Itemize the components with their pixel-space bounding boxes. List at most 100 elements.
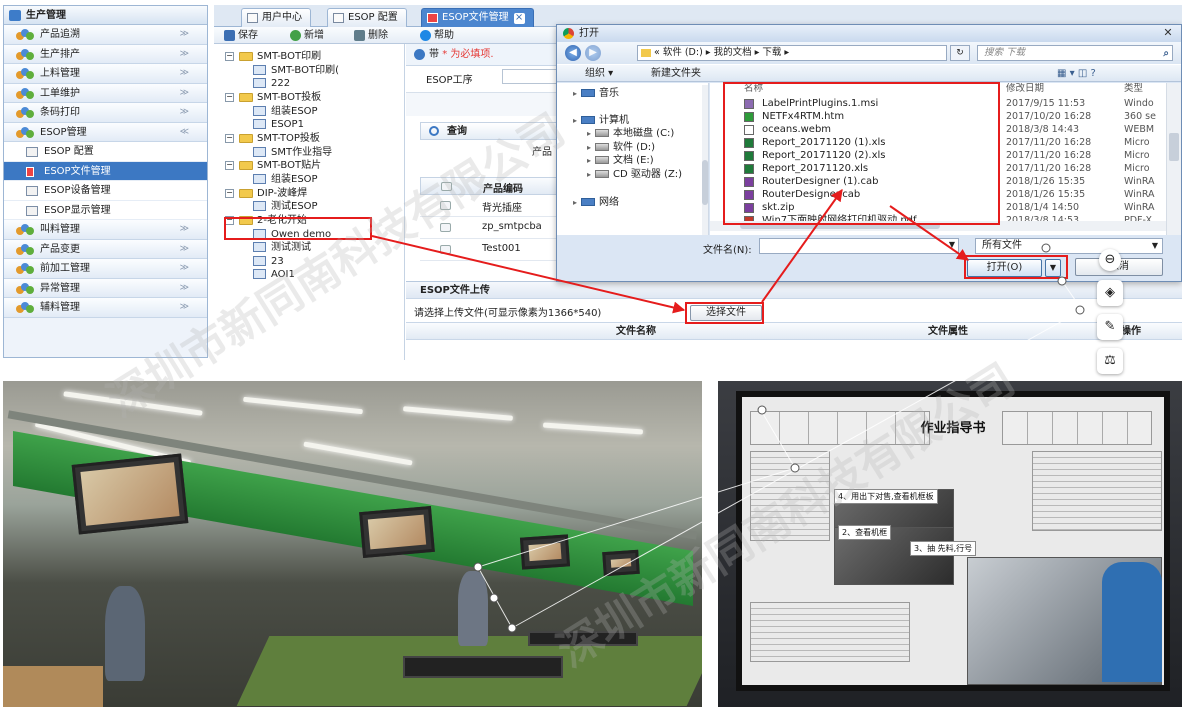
expand-icon[interactable]: ▸	[587, 154, 595, 168]
forward-button[interactable]: ▶	[585, 45, 601, 61]
add-button[interactable]: 新增	[288, 28, 324, 43]
nav-item[interactable]: 产品追溯 ≫	[4, 25, 207, 45]
nav-pane-item[interactable]: ▸ 网络	[573, 196, 619, 210]
nav-item[interactable]: 生产排产 ≫	[4, 44, 207, 64]
row-checkbox[interactable]	[440, 245, 451, 254]
nav-subitem[interactable]: ESOP显示管理	[4, 200, 207, 220]
tree-node[interactable]: 组装ESOP	[253, 105, 318, 119]
tree-node[interactable]: − SMT-BOT投板	[225, 91, 321, 105]
file-list-hscrollbar[interactable]	[710, 221, 1166, 231]
esop-process-input[interactable]	[502, 69, 562, 84]
scroll-thumb[interactable]	[740, 223, 940, 229]
collapse-toggle[interactable]: −	[225, 51, 234, 61]
tree-node[interactable]: Owen demo	[253, 228, 331, 242]
file-row[interactable]: skt.zip 2018/1/4 14:50 WinRA	[710, 201, 1181, 214]
query-panel-header[interactable]: 查询	[420, 122, 570, 140]
collapse-toggle[interactable]: −	[225, 188, 234, 198]
open-dropdown-button[interactable]: ▼	[1045, 259, 1061, 277]
nav-pane-item[interactable]: ▸ CD 驱动器 (Z:)	[587, 168, 682, 182]
delete-button[interactable]: 删除	[352, 28, 388, 43]
table-row[interactable]: 背光插座	[420, 195, 570, 217]
table-row[interactable]: Test001	[420, 239, 570, 261]
file-row[interactable]: RouterDesigner (1).cab 2018/1/26 15:35 Win…	[710, 175, 1181, 188]
close-icon[interactable]: ×	[513, 13, 525, 24]
nav-subitem[interactable]: ESOP 配置	[4, 142, 207, 162]
expand-icon[interactable]: ▸	[573, 114, 581, 128]
nav-item[interactable]: 异常管理 ≫	[4, 278, 207, 298]
expand-icon[interactable]: ▸	[587, 127, 595, 141]
pen-icon[interactable]: ✎	[1097, 314, 1123, 340]
nav-item[interactable]: 工单维护 ≫	[4, 83, 207, 103]
nav-item[interactable]: 条码打印 ≫	[4, 103, 207, 123]
collapse-toggle[interactable]: −	[225, 160, 234, 170]
refresh-button[interactable]: ↻	[950, 45, 970, 61]
minus-icon[interactable]: ⊖	[1099, 249, 1121, 271]
open-button[interactable]: 打开(O)	[967, 259, 1042, 277]
nav-pane-scrollbar[interactable]	[702, 85, 708, 235]
expand-icon[interactable]: ▸	[573, 87, 581, 101]
path-breadcrumb[interactable]: « 软件 (D:) ▸ 我的文档 ▸ 下载 ▸	[637, 45, 947, 61]
file-row[interactable]: oceans.webm 2018/3/8 14:43 WEBM	[710, 123, 1181, 136]
file-row[interactable]: Report_20171120 (2).xls 2017/11/20 16:28 M…	[710, 149, 1181, 162]
type-column-header[interactable]: 类型	[1124, 83, 1143, 96]
scroll-thumb[interactable]	[702, 160, 708, 205]
tab-esop-file-management[interactable]: ESOP文件管理 ×	[421, 8, 534, 27]
filename-input[interactable]: ▼	[759, 238, 959, 254]
tab-user-center[interactable]: 用户中心	[241, 8, 311, 27]
close-icon[interactable]: ✕	[1159, 27, 1177, 40]
tree-node[interactable]: 测试测试	[253, 241, 311, 255]
tree-node[interactable]: ESOP1	[253, 118, 304, 132]
row-checkbox[interactable]	[440, 223, 451, 232]
nav-subitem[interactable]: ESOP文件管理	[4, 161, 207, 181]
expand-icon[interactable]: ▸	[573, 196, 581, 210]
organize-menu[interactable]: 组织 ▾	[585, 65, 613, 83]
date-column-header[interactable]: 修改日期	[1006, 83, 1044, 96]
filetype-select[interactable]: 所有文件 ▼	[975, 238, 1163, 254]
back-button[interactable]: ◀	[565, 45, 581, 61]
help-button[interactable]: 帮助	[418, 28, 454, 43]
tree-node[interactable]: − SMT-BOT印刷	[225, 50, 321, 64]
expand-icon[interactable]: ▸	[587, 168, 595, 182]
scroll-thumb[interactable]	[1169, 133, 1179, 161]
choose-file-button[interactable]: 选择文件	[690, 305, 762, 321]
tree-node[interactable]: −2-老化开始	[225, 214, 307, 228]
tree-node[interactable]: SMT-BOT印刷(	[253, 64, 339, 78]
nav-item[interactable]: 产品变更 ≫	[4, 239, 207, 259]
nav-item-esop[interactable]: ESOP管理 ≪	[4, 122, 207, 142]
file-row[interactable]: Report_20171120.xls 2017/11/20 16:28 Micro	[710, 162, 1181, 175]
nav-pane-item[interactable]: ▸ 音乐	[573, 87, 619, 101]
file-row[interactable]: Report_20171120 (1).xls 2017/11/20 16:28 M…	[710, 136, 1181, 149]
save-button[interactable]: 保存	[222, 28, 258, 43]
collapse-toggle[interactable]: −	[225, 92, 234, 102]
tree-node[interactable]: − DIP-波峰焊	[225, 187, 307, 201]
tree-node[interactable]: AOI1	[253, 268, 295, 282]
tree-node[interactable]: SMT作业指导	[253, 146, 332, 160]
view-options-icon[interactable]: ▦ ▾ ◫ ?	[1057, 65, 1096, 83]
nav-subitem[interactable]: ESOP设备管理	[4, 181, 207, 201]
new-folder-button[interactable]: 新建文件夹	[651, 65, 701, 83]
row-checkbox[interactable]	[440, 201, 451, 210]
nav-item[interactable]: 前加工管理 ≫	[4, 259, 207, 279]
tree-node[interactable]: − SMT-TOP投板	[225, 132, 320, 146]
expand-icon[interactable]: ▸	[587, 141, 595, 155]
file-row[interactable]: NETFx4RTM.htm 2017/10/20 16:28 360 se	[710, 110, 1181, 123]
name-column-header[interactable]: 名称	[744, 83, 763, 96]
tree-node[interactable]: 222	[253, 77, 290, 91]
tree-node[interactable]: 组装ESOP	[253, 173, 318, 187]
tab-esop-config[interactable]: ESOP 配置	[327, 8, 407, 27]
tree-node[interactable]: 23	[253, 255, 284, 269]
nav-item[interactable]: 辅料管理 ≫	[4, 298, 207, 318]
nav-pane-item[interactable]: ▸ 软件 (D:)	[587, 141, 655, 155]
nav-pane-item[interactable]: ▸ 本地磁盘 (C:)	[587, 127, 674, 141]
nav-pane-item[interactable]: ▸ 文档 (E:)	[587, 154, 654, 168]
file-list-scrollbar[interactable]	[1166, 83, 1181, 235]
file-row[interactable]: LabelPrintPlugins.1.msi 2017/9/15 11:53 Wi…	[710, 97, 1181, 110]
file-row[interactable]: RouterDesigner.cab 2018/1/26 15:35 WinRA	[710, 188, 1181, 201]
search-input[interactable]: 搜索 下载 ⌕	[977, 45, 1173, 61]
stamp-icon[interactable]: ⚖	[1097, 348, 1123, 374]
nav-pane-item[interactable]: ▸ 计算机	[573, 114, 629, 128]
collapse-toggle[interactable]: −	[225, 133, 234, 143]
nav-item[interactable]: 上料管理 ≫	[4, 64, 207, 84]
tree-node[interactable]: 测试ESOP	[253, 200, 318, 214]
select-all-checkbox[interactable]	[441, 182, 452, 191]
